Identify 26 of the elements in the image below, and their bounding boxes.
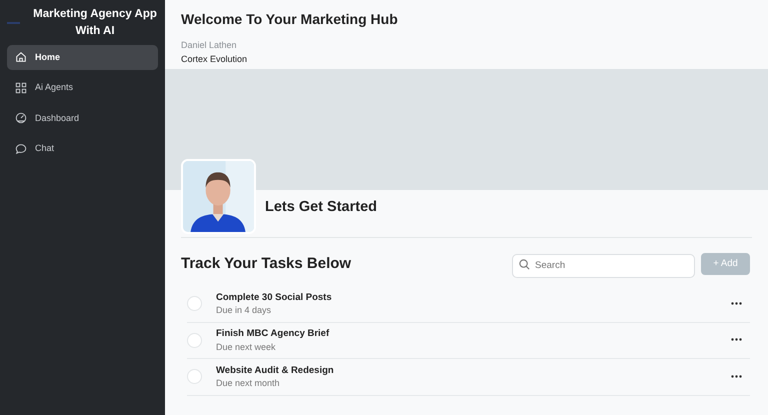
due-date: Due in 4 days [216, 305, 272, 316]
sidebar-item[interactable]: Dashboard [7, 106, 158, 131]
chat-icon [15, 142, 27, 155]
checkbox[interactable] [187, 332, 202, 348]
search-field[interactable]: Search [512, 254, 695, 278]
due-date: Due next week [216, 342, 277, 352]
section-heading: Track Your Tasks Below [181, 254, 352, 274]
grid-icon [15, 82, 27, 94]
user-name: Daniel Lathen [181, 39, 238, 52]
company-name: Cortex Evolution [181, 52, 248, 66]
checkbox[interactable] [187, 369, 202, 384]
app-title: Marketing Agency App With AI [32, 7, 158, 40]
task-title: Finish MBC Agency Brief [216, 328, 330, 340]
checkbox[interactable] [187, 296, 202, 312]
gauge-icon [15, 112, 27, 124]
page-title: Welcome To Your Marketing Hub [181, 10, 399, 29]
sidebar-item[interactable]: Home [7, 44, 158, 70]
sidebar-item[interactable]: Ai Agents [7, 75, 158, 100]
task-title: Complete 30 Social Posts [216, 292, 332, 304]
sidebar-item[interactable]: Chat [7, 136, 158, 162]
home-icon [15, 51, 27, 64]
section-heading: Lets Get Started [265, 198, 377, 218]
task-title: Website Audit & Redesign [216, 364, 334, 376]
search-icon [519, 258, 530, 270]
due-date: Due next month [216, 378, 281, 389]
logo-icon [7, 22, 20, 24]
